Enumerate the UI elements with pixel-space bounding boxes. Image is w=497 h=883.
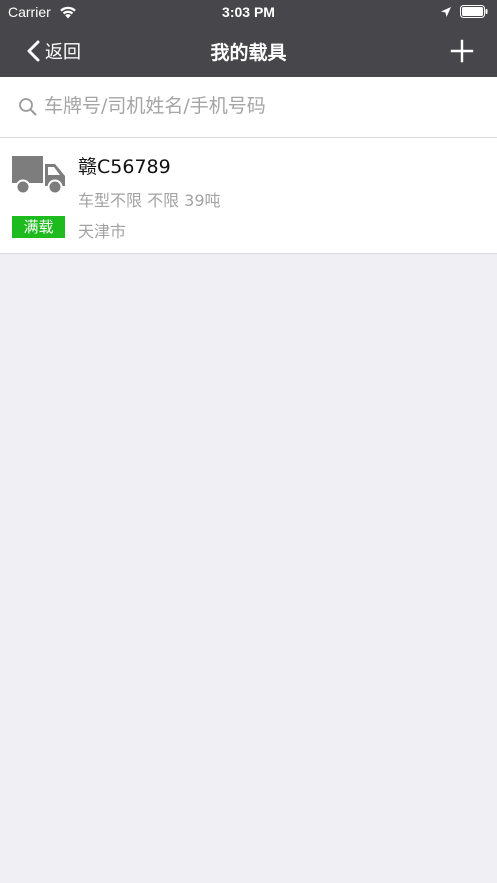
vehicle-city: 天津市 — [78, 222, 127, 241]
vehicle-list-item[interactable]: 赣C56789 车型不限 不限 39吨 满载 天津市 — [0, 138, 497, 254]
load-status-badge: 满载 — [12, 216, 65, 238]
location-arrow-icon — [441, 7, 451, 17]
search-input[interactable] — [44, 89, 474, 123]
page-title: 我的载具 — [210, 42, 287, 64]
status-time: 3:03 PM — [222, 4, 275, 20]
vehicle-plate: 赣C56789 — [78, 156, 171, 178]
truck-icon — [12, 156, 65, 195]
vehicle-specs: 车型不限 不限 39吨 — [78, 191, 221, 210]
plus-icon[interactable] — [450, 39, 474, 63]
search-bar — [0, 77, 497, 138]
navigation-bar: 返回 我的载具 — [0, 26, 497, 77]
battery-icon — [460, 5, 488, 18]
top-bar: Carrier 3:03 PM 返回 我的载具 — [0, 0, 497, 77]
status-bar: Carrier 3:03 PM — [0, 0, 497, 26]
search-icon — [19, 98, 37, 116]
